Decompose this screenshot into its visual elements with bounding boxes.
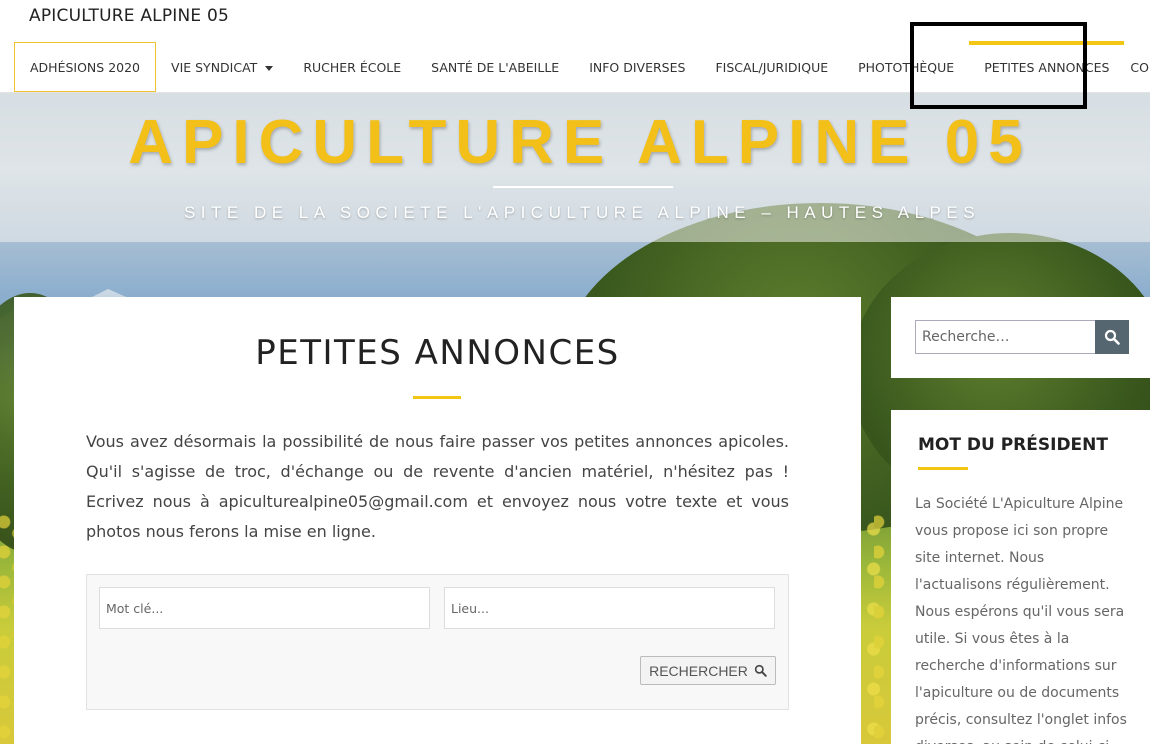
nav-item-petites-annonces[interactable]: PETITES ANNONCES [969, 41, 1125, 92]
search-submit-button[interactable]: RECHERCHER [640, 656, 776, 685]
widget-underline [918, 467, 968, 470]
caret-down-icon [265, 65, 274, 71]
nav-item-label: ADHÉSIONS 2020 [30, 59, 141, 75]
nav-item-label: VIE SYNDICAT [171, 59, 258, 75]
nav-item-label: PETITES ANNONCES [984, 59, 1110, 75]
nav-item-phototheque[interactable]: PHOTOTHÈQUE [843, 42, 969, 92]
sidebar-search-button[interactable] [1095, 320, 1129, 354]
page-title: PETITES ANNONCES [255, 333, 620, 373]
nav-item-fiscal-juridique[interactable]: FISCAL/JURIDIQUE [700, 42, 843, 92]
nav-item-vie-syndicat[interactable]: VIE SYNDICAT [156, 42, 288, 92]
site-header: APICULTURE ALPINE 05 ADHÉSIONS 2020 VIE … [0, 0, 1150, 93]
article-card: PETITES ANNONCES Vous avez désormais la … [14, 297, 861, 744]
nav-item-label: RUCHER ÉCOLE [303, 59, 402, 75]
search-icon [754, 664, 767, 677]
nav-item-label: INFO DIVERSES [589, 59, 686, 75]
president-widget: MOT DU PRÉSIDENT La Société L'Apiculture… [891, 410, 1150, 744]
title-underline [413, 396, 461, 399]
sidebar-search-input[interactable] [915, 320, 1096, 354]
nav-item-rucher-ecole[interactable]: RUCHER ÉCOLE [288, 42, 416, 92]
article-body: Vous avez désormais la possibilité de no… [86, 432, 789, 541]
listing-search-form: RECHERCHER [86, 574, 789, 710]
location-input[interactable] [444, 587, 775, 629]
nav-item-label: CONTACT [1130, 59, 1150, 75]
nav-item-label: FISCAL/JURIDIQUE [715, 59, 829, 75]
nav-item-info-diverses[interactable]: INFO DIVERSES [574, 42, 700, 92]
nav-item-adhesions[interactable]: ADHÉSIONS 2020 [14, 42, 157, 92]
hero-title: APICULTURE ALPINE 05 [128, 108, 1032, 177]
nav-item-label: PHOTOTHÈQUE [858, 59, 955, 75]
site-brand[interactable]: APICULTURE ALPINE 05 [29, 6, 229, 26]
president-message: La Société L'Apiculture Alpine vous prop… [915, 496, 1127, 744]
sidebar-search-widget [891, 297, 1150, 378]
nav-item-sante-abeille[interactable]: SANTÉ DE L'ABEILLE [416, 42, 574, 92]
hero-divider [493, 186, 673, 188]
nav-item-contact[interactable]: CONTACT [1124, 42, 1150, 92]
main-nav: ADHÉSIONS 2020 VIE SYNDICAT RUCHER ÉCOLE… [14, 41, 1150, 92]
search-icon [1104, 329, 1120, 345]
hero-tagline: SITE DE LA SOCIETE L'APICULTURE ALPINE –… [183, 203, 981, 222]
keyword-input[interactable] [99, 587, 430, 629]
nav-item-label: SANTÉ DE L'ABEILLE [431, 59, 560, 75]
widget-title: MOT DU PRÉSIDENT [918, 435, 1108, 455]
search-submit-label: RECHERCHER [649, 662, 748, 679]
